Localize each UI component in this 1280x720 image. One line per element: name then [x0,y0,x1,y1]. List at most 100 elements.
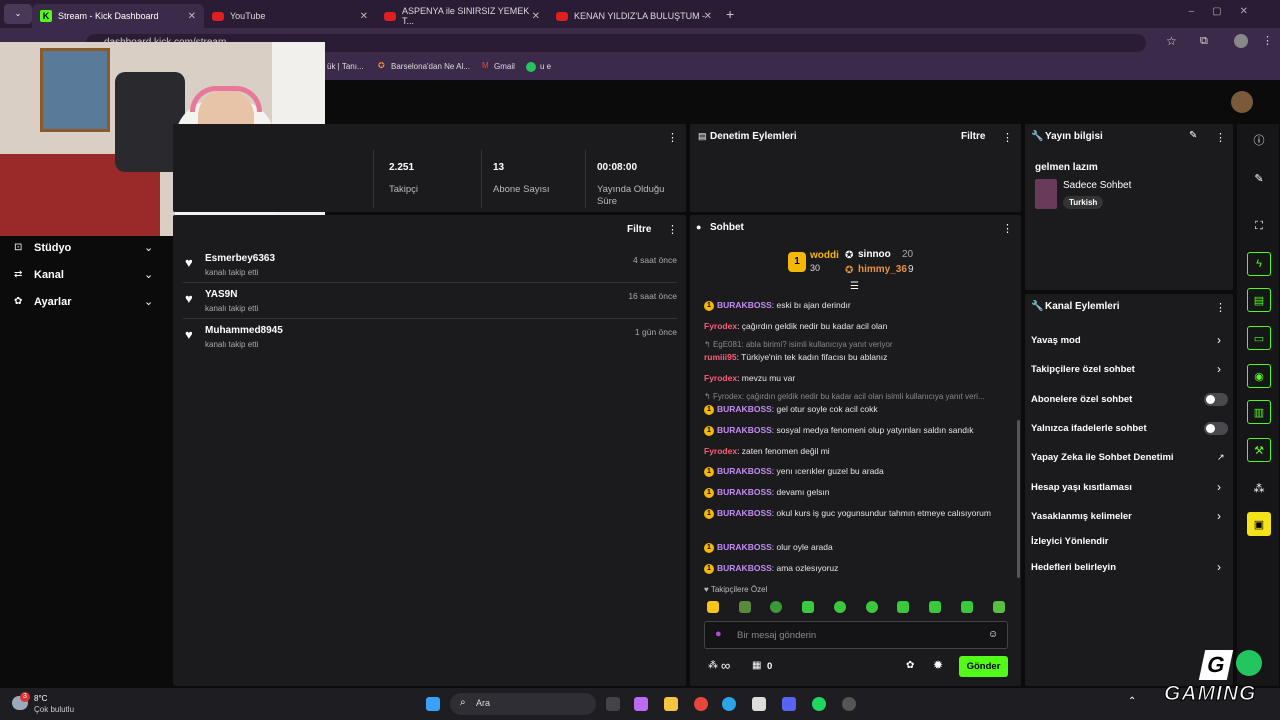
subscribers-only-toggle[interactable] [1204,393,1228,406]
chat-icon[interactable]: ▭ [1247,326,1271,350]
community-icon[interactable]: ⁂ [1247,476,1271,500]
sidebar-item-channel[interactable]: ⇄ Kanal ⌄ [14,269,164,283]
layout-icon[interactable]: ▥ [1247,400,1271,424]
followers-only-option[interactable]: Takipçilere özel sohbet [1031,364,1135,375]
ai-moderation-option[interactable]: Yapay Zeka ile Sohbet Denetimi [1031,452,1174,463]
emote-icon[interactable] [770,601,782,613]
chat-scrollbar[interactable] [1017,420,1020,578]
search-icon: ⌕ [460,697,466,708]
copilot-icon[interactable] [634,697,648,711]
clip-icon[interactable]: ▣ [1247,512,1271,536]
emote-icon[interactable] [993,601,1005,613]
user-avatar[interactable] [1231,91,1253,113]
set-goals-option[interactable]: Hedefleri belirleyin [1031,562,1116,573]
chat-message: 1 BURAKBOSS: yenı ıcerıkler guzel bu arad… [704,464,1004,478]
chat-message: 1 BURAKBOSS: ama ozlesıyoruz [704,561,1004,575]
tab-aspenya[interactable]: ASPENYA ile SINIRSIZ YEMEK T... ✕ [376,4,548,28]
emote-icon[interactable] [834,601,846,613]
chat-bubble-icon: ● [696,222,702,232]
chat-title: Sohbet [710,222,744,233]
extensions-icon[interactable]: ⧉ [1200,35,1208,48]
emote-icon[interactable] [707,601,719,613]
bookmark-star-icon[interactable]: ☆ [1166,34,1177,48]
tab-list-button[interactable]: ⌄ [4,4,32,24]
external-link-icon[interactable]: ↗ [1217,452,1225,463]
new-tab-button[interactable]: + [726,6,734,22]
close-icon[interactable]: ✕ [532,11,540,22]
list-item: ♥ YAS9N kanalı takip etti 16 saat önce [183,285,677,319]
emoji-icon[interactable]: ☺ [988,629,998,640]
account-age-option[interactable]: Hesap yaşı kısıtlaması [1031,482,1132,493]
close-icon[interactable]: ✕ [704,11,712,22]
more-icon[interactable]: ⋮ [1215,301,1226,314]
edge-icon[interactable] [722,697,736,711]
fullscreen-icon[interactable]: ⛶ [1247,214,1271,238]
microphone-icon[interactable]: ● [715,628,722,640]
tab-kenan[interactable]: KENAN YILDIZ'LA BULUŞTUM - ✕ [548,4,720,28]
youtube-icon [384,11,396,21]
chevron-right-icon[interactable]: › [1217,560,1221,574]
menu-icon[interactable]: ⋮ [1262,34,1273,47]
chevron-right-icon[interactable]: › [1217,333,1221,347]
sidebar-item-settings[interactable]: ✿ Ayarlar ⌄ [14,296,164,310]
tab-kick[interactable]: K Stream - Kick Dashboard ✕ [32,4,204,28]
settings-cog-icon[interactable]: ✹ [933,658,943,672]
windows-start-icon[interactable] [426,697,440,711]
close-icon[interactable]: ✕ [188,11,196,22]
bookmark-ue[interactable]: u e [540,62,551,71]
task-view-icon[interactable] [606,697,620,711]
chevron-down-icon: ⌄ [144,269,154,281]
chevron-right-icon[interactable]: › [1217,509,1221,523]
tab-youtube[interactable]: YouTube ✕ [204,4,376,28]
edit-icon[interactable]: ✎ [1189,130,1197,141]
emote-icon[interactable] [929,601,941,613]
filter-button[interactable]: Filtre [627,224,651,235]
chat-input[interactable]: ● Bir mesaj gönderin ☺ [704,621,1008,649]
more-icon[interactable]: ⋮ [1215,131,1226,144]
info-icon[interactable]: ⓘ [1247,128,1271,152]
filter-button[interactable]: Filtre [961,131,985,142]
emotes-only-toggle[interactable] [1204,422,1228,435]
file-explorer-icon[interactable] [664,697,678,711]
more-icon[interactable]: ⋮ [1002,222,1013,235]
sidebar-item-studio[interactable]: ⊡ Stüdyo ⌄ [14,242,164,256]
gear-icon[interactable]: ✿ [906,660,914,671]
spotify-icon[interactable] [812,697,826,711]
emote-icon[interactable] [739,601,751,613]
emote-icon[interactable] [961,601,973,613]
weather-alert-badge: 3 [20,692,30,702]
window-controls[interactable]: –▢✕ [1189,6,1266,17]
lightning-icon[interactable]: ϟ [1247,252,1271,276]
bookmark-gmail[interactable]: Gmail [494,62,515,71]
chevron-right-icon[interactable]: › [1217,362,1221,376]
more-icon[interactable]: ⋮ [1002,131,1013,144]
bookmark-1[interactable]: ük | Tanı... [327,62,364,71]
wrench-icon[interactable]: ⚒ [1247,438,1271,462]
chat-message: 1 BURAKBOSS: sosyal medya fenomeni olup y… [704,423,1004,437]
taskbar-search[interactable]: ⌕ Ara [450,693,596,715]
chevron-right-icon[interactable]: › [1217,480,1221,494]
notes-icon[interactable]: ▤ [1247,288,1271,312]
emote-icon[interactable] [897,601,909,613]
discord-icon[interactable] [782,697,796,711]
obs-icon[interactable] [842,697,856,711]
store-icon[interactable] [752,697,766,711]
edit-icon[interactable]: ✎ [1247,166,1271,190]
host-redirect-option[interactable]: İzleyici Yönlendir [1031,536,1108,547]
send-button[interactable]: Gönder [959,656,1008,677]
gear-icon: ✿ [14,296,23,307]
language-tag: Turkish [1063,196,1104,209]
more-icon[interactable]: ⋮ [667,223,678,236]
bookmark-2[interactable]: Barselona'dan Ne Al... [391,62,470,71]
chrome-icon[interactable] [694,697,708,711]
expand-icon[interactable]: ☰ [850,281,859,292]
profile-avatar[interactable] [1234,34,1248,48]
close-icon[interactable]: ✕ [360,11,368,22]
more-icon[interactable]: ⋮ [667,131,678,144]
banned-words-option[interactable]: Yasaklanmış kelimeler [1031,511,1132,522]
emote-icon[interactable] [802,601,814,613]
chevron-up-icon[interactable]: ⌃ [1128,696,1136,707]
slow-mode-option[interactable]: Yavaş mod [1031,335,1081,346]
emote-icon[interactable] [866,601,878,613]
broadcast-icon[interactable]: ◉ [1247,364,1271,388]
